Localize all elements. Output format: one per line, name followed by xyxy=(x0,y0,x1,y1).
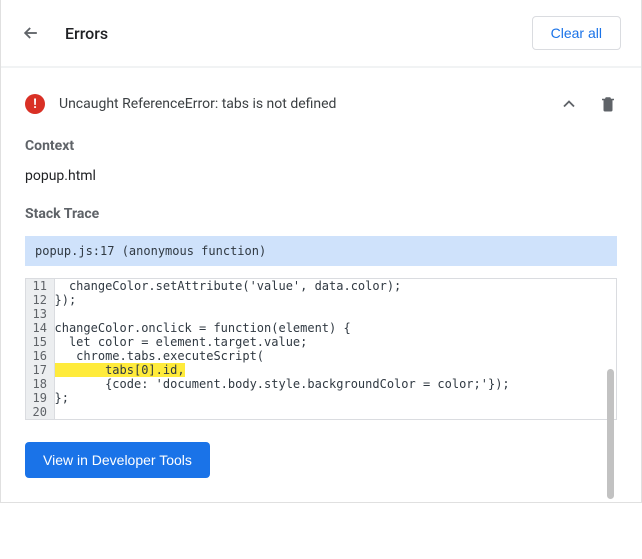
errors-panel: Errors Clear all ! Uncaught ReferenceErr… xyxy=(0,0,642,503)
context-label: Context xyxy=(25,138,617,154)
line-code: chrome.tabs.executeScript( xyxy=(54,349,616,363)
panel-body: ! Uncaught ReferenceError: tabs is not d… xyxy=(1,67,641,502)
code-line: 15 let color = element.target.value; xyxy=(26,335,616,349)
line-number: 20 xyxy=(26,405,54,419)
line-number: 12 xyxy=(26,293,54,307)
line-code xyxy=(54,307,616,321)
line-code: {code: 'document.body.style.backgroundCo… xyxy=(54,377,616,391)
scrollbar-thumb[interactable] xyxy=(607,369,614,499)
error-row: ! Uncaught ReferenceError: tabs is not d… xyxy=(25,78,617,138)
delete-icon[interactable] xyxy=(599,95,617,113)
line-code: }); xyxy=(54,293,616,307)
line-number: 11 xyxy=(26,279,54,293)
code-line: 17 tabs[0].id, xyxy=(26,363,616,377)
stack-trace-frame[interactable]: popup.js:17 (anonymous function) xyxy=(25,236,617,266)
code-line: 11 changeColor.setAttribute('value', dat… xyxy=(26,279,616,293)
view-in-devtools-button[interactable]: View in Developer Tools xyxy=(25,442,210,478)
divider xyxy=(1,67,641,68)
line-number: 18 xyxy=(26,377,54,391)
context-value: popup.html xyxy=(25,168,617,184)
line-code: changeColor.setAttribute('value', data.c… xyxy=(54,279,616,293)
code-line: 20 xyxy=(26,405,616,419)
line-number: 13 xyxy=(26,307,54,321)
line-code: let color = element.target.value; xyxy=(54,335,616,349)
page-title: Errors xyxy=(65,24,108,43)
code-line: 13 xyxy=(26,307,616,321)
code-line: 16 chrome.tabs.executeScript( xyxy=(26,349,616,363)
highlighted-code: tabs[0].id, xyxy=(55,363,185,377)
line-code xyxy=(54,405,616,419)
clear-all-button[interactable]: Clear all xyxy=(532,16,621,50)
code-line: 18 {code: 'document.body.style.backgroun… xyxy=(26,377,616,391)
line-number: 19 xyxy=(26,391,54,405)
collapse-chevron-icon[interactable] xyxy=(559,94,579,114)
code-line: 12}); xyxy=(26,293,616,307)
line-code: }; xyxy=(54,391,616,405)
header: Errors Clear all xyxy=(1,0,641,67)
error-icon: ! xyxy=(25,94,45,114)
line-number: 17 xyxy=(26,363,54,377)
line-number: 14 xyxy=(26,321,54,335)
stack-trace-label: Stack Trace xyxy=(25,206,617,222)
code-line: 14changeColor.onclick = function(element… xyxy=(26,321,616,335)
error-message: Uncaught ReferenceError: tabs is not def… xyxy=(59,96,336,112)
back-arrow-icon[interactable] xyxy=(21,23,41,43)
line-number: 16 xyxy=(26,349,54,363)
line-code: tabs[0].id, xyxy=(54,363,616,377)
code-snippet: 11 changeColor.setAttribute('value', dat… xyxy=(25,278,617,420)
line-code: changeColor.onclick = function(element) … xyxy=(54,321,616,335)
line-number: 15 xyxy=(26,335,54,349)
code-line: 19}; xyxy=(26,391,616,405)
